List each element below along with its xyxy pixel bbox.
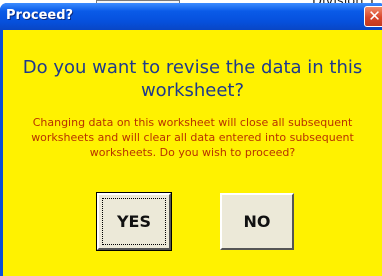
focus-rectangle [102,198,166,245]
dialog-message: Changing data on this worksheet will clo… [31,116,354,159]
dialog-body: Do you want to revise the data in this w… [3,30,382,276]
yes-button[interactable]: YES [96,192,172,251]
dialog-question: Do you want to revise the data in this w… [22,57,363,101]
close-icon[interactable]: ✕ [364,6,382,27]
no-button-label: NO [243,212,271,231]
no-button[interactable]: NO [220,193,294,250]
dialog-titlebar[interactable]: Proceed? ✕ [0,3,382,30]
dialog-title: Proceed? [6,8,74,23]
proceed-dialog: Proceed? ✕ Do you want to revise the dat… [0,3,382,276]
